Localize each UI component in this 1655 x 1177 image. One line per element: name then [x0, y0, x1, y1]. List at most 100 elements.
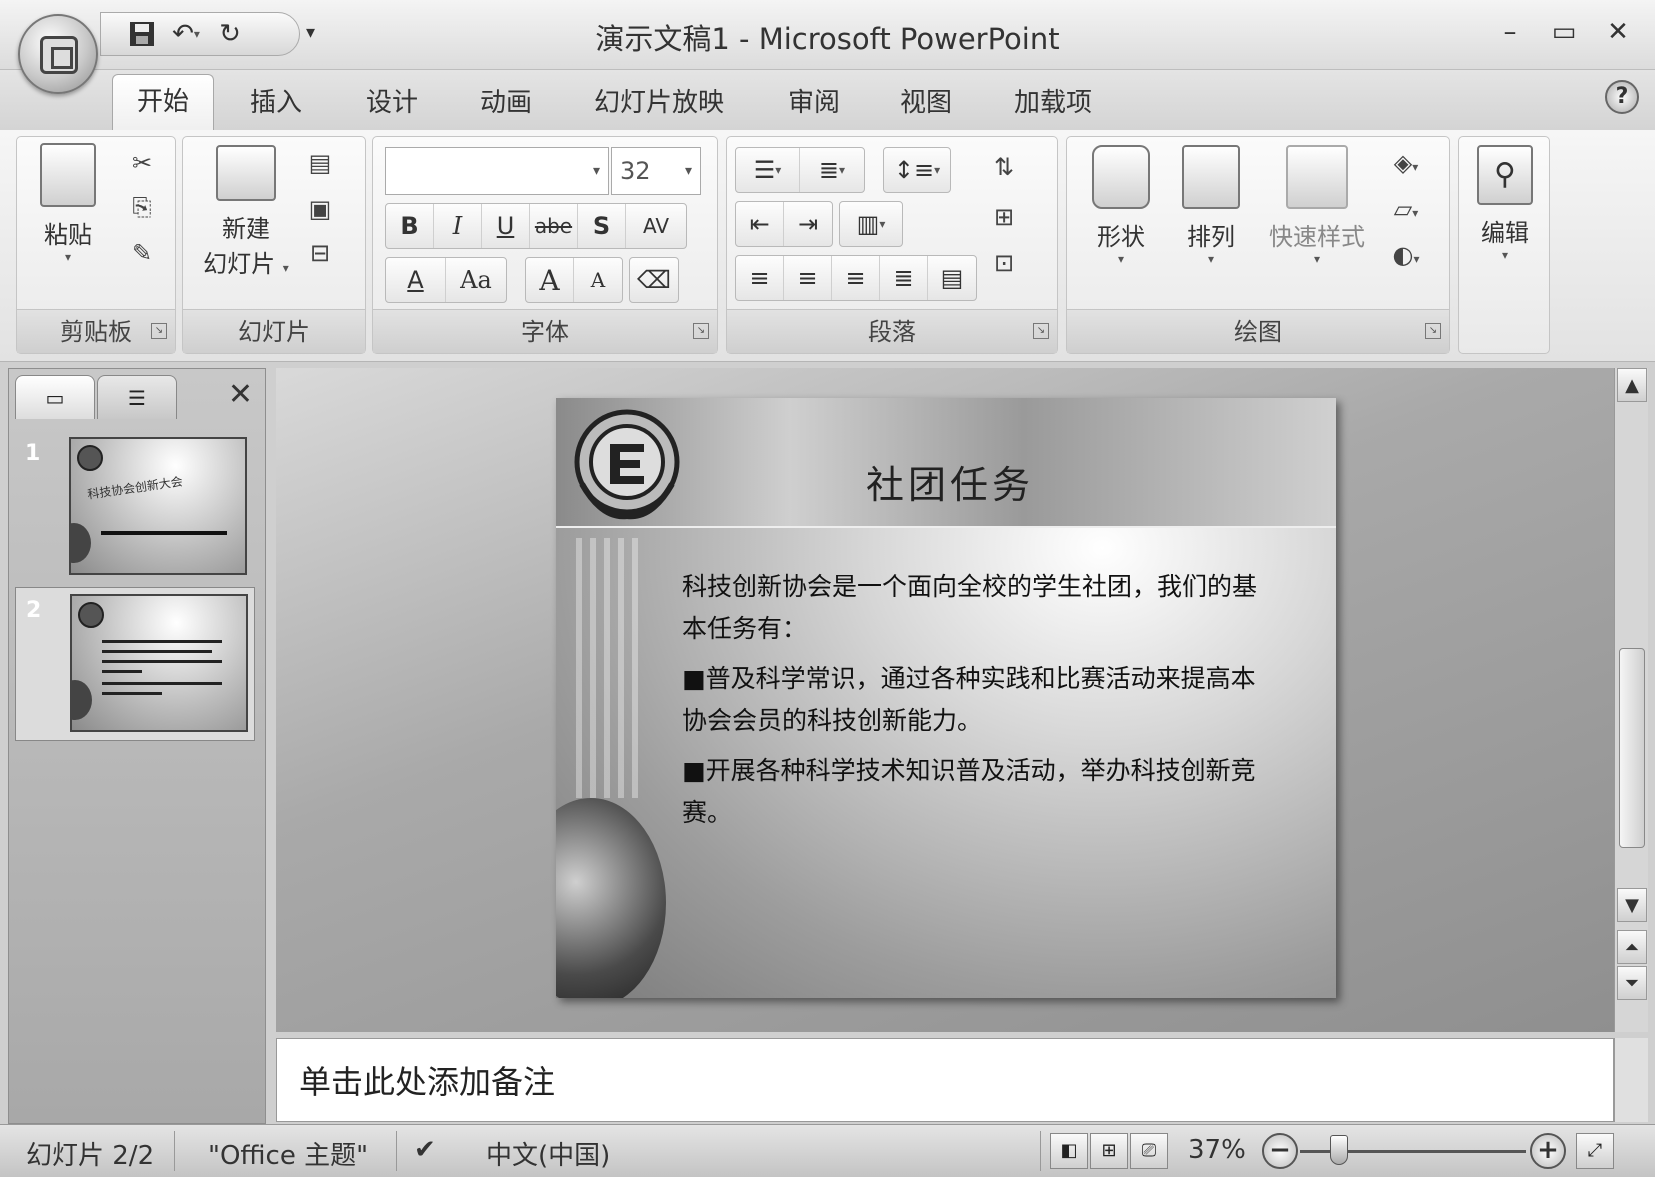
align-right-icon[interactable]: ≡	[832, 256, 880, 300]
font-color-buttons: A Aa	[385, 257, 507, 303]
thumbnail-text-line	[102, 670, 142, 673]
paste-button[interactable]: 粘贴 ▾	[33, 143, 103, 264]
slide-sorter-view-icon[interactable]: ⊞	[1090, 1133, 1128, 1169]
shape-outline-icon[interactable]: ▱▾	[1381, 193, 1431, 225]
normal-view-icon[interactable]: ◧	[1050, 1133, 1088, 1169]
clipboard-launcher-icon[interactable]: ↘	[151, 323, 167, 339]
slide-body-text[interactable]: 科技创新协会是一个面向全校的学生社团，我们的基本任务有： ■普及科学常识，通过各…	[682, 566, 1262, 842]
close-button[interactable]: ✕	[1597, 12, 1639, 52]
layout-icon[interactable]: ▤	[303, 147, 337, 179]
slide-thumbnail-2[interactable]	[70, 594, 248, 732]
zoom-in-icon[interactable]: +	[1530, 1133, 1566, 1169]
editing-label: 编辑	[1481, 219, 1529, 247]
thumbnail-emblem-icon	[78, 602, 104, 628]
font-color-button[interactable]: A	[386, 258, 446, 302]
theme-name[interactable]: "Office 主题"	[208, 1135, 368, 1172]
paste-label: 粘贴	[44, 221, 92, 249]
vertical-scrollbar[interactable]: ▲ ▼ ⏶ ⏷	[1614, 368, 1648, 1032]
arrange-label: 排列	[1187, 223, 1235, 251]
close-panel-icon[interactable]: ✕	[228, 377, 253, 412]
smartart-icon[interactable]: ⊡	[987, 247, 1021, 279]
font-size-select[interactable]: 32 ▾	[611, 147, 701, 195]
slides-group: 新建 幻灯片 ▾ ▤ ▣ ⊟ 幻灯片	[182, 136, 366, 354]
decrease-indent-icon[interactable]: ⇤	[736, 202, 784, 246]
underline-button[interactable]: U	[482, 204, 530, 248]
numbering-icon[interactable]: ≣ ▾	[800, 148, 864, 192]
justify-icon[interactable]: ≣	[880, 256, 928, 300]
shapes-button[interactable]: 形状 ▾	[1081, 145, 1161, 266]
previous-slide-icon[interactable]: ⏶	[1617, 930, 1647, 964]
slide-thumbnail-1[interactable]: 科技协会创新大会	[69, 437, 247, 575]
char-spacing-button[interactable]: AV	[626, 204, 686, 248]
tab-slideshow[interactable]: 幻灯片放映	[594, 82, 724, 119]
font-group: ▾ 32 ▾ B I U abe S AV A Aa A A ⌫ 字体 ↘	[372, 136, 718, 354]
bullets-icon[interactable]: ☰ ▾	[736, 148, 800, 192]
next-slide-icon[interactable]: ⏷	[1617, 966, 1647, 1000]
current-slide[interactable]: 社团任务 科技创新协会是一个面向全校的学生社团，我们的基本任务有： ■普及科学常…	[556, 398, 1336, 998]
notes-pane[interactable]: 单击此处添加备注	[276, 1038, 1614, 1122]
strikethrough-button[interactable]: abe	[530, 204, 578, 248]
slide-title[interactable]: 社团任务	[866, 454, 1034, 509]
format-painter-icon[interactable]: ✎	[125, 237, 159, 269]
font-launcher-icon[interactable]: ↘	[693, 323, 709, 339]
tab-slides-thumbnails[interactable]: ▭	[15, 375, 95, 419]
scroll-thumb[interactable]	[1619, 648, 1645, 848]
spell-check-icon[interactable]: ✔	[414, 1135, 436, 1165]
line-spacing-icon[interactable]: ↕≡ ▾	[884, 148, 950, 192]
editing-button[interactable]: ⚲ 编辑 ▾	[1465, 145, 1545, 262]
shrink-font-button[interactable]: A	[574, 258, 622, 302]
tab-design[interactable]: 设计	[366, 82, 418, 119]
change-case-button[interactable]: Aa	[446, 258, 506, 302]
zoom-out-icon[interactable]: −	[1262, 1133, 1298, 1169]
font-style-buttons: B I U abe S AV	[385, 203, 687, 249]
language-indicator[interactable]: 中文(中国)	[486, 1135, 610, 1172]
slideshow-view-icon[interactable]: ⎚	[1130, 1133, 1168, 1169]
list-buttons: ☰ ▾ ≣ ▾	[735, 147, 865, 193]
tab-review[interactable]: 审阅	[788, 82, 840, 119]
italic-button[interactable]: I	[434, 204, 482, 248]
notes-scrollbar[interactable]	[1614, 1038, 1648, 1122]
tab-insert[interactable]: 插入	[250, 82, 302, 119]
zoom-slider-thumb[interactable]	[1330, 1135, 1348, 1165]
tab-addins[interactable]: 加载项	[1014, 82, 1092, 119]
cut-icon[interactable]: ✂	[125, 147, 159, 179]
grow-font-button[interactable]: A	[526, 258, 574, 302]
columns-icon[interactable]: ▥ ▾	[840, 202, 902, 246]
office-button[interactable]	[18, 14, 98, 94]
shadow-button[interactable]: S	[578, 204, 626, 248]
distributed-icon[interactable]: ▤	[928, 256, 976, 300]
copy-icon[interactable]: ⎘	[125, 191, 159, 223]
slide-thumbnail-row[interactable]: 1 科技协会创新大会	[15, 431, 255, 581]
align-left-icon[interactable]: ≡	[736, 256, 784, 300]
help-icon[interactable]: ?	[1605, 80, 1639, 114]
shape-effects-icon[interactable]: ◐▾	[1381, 239, 1431, 271]
quick-styles-button[interactable]: 快速样式 ▾	[1257, 145, 1377, 266]
thumbnail-globe-icon	[71, 523, 91, 563]
tab-outline[interactable]: ☰	[97, 375, 177, 419]
scroll-down-icon[interactable]: ▼	[1617, 888, 1647, 922]
align-text-icon[interactable]: ⊞	[987, 201, 1021, 233]
tab-home[interactable]: 开始	[112, 74, 215, 132]
tab-animations[interactable]: 动画	[480, 82, 532, 119]
shape-fill-icon[interactable]: ◈▾	[1381, 147, 1431, 179]
delete-slide-icon[interactable]: ⊟	[303, 237, 337, 269]
minimize-button[interactable]: –	[1489, 12, 1531, 52]
font-name-select[interactable]: ▾	[385, 147, 609, 195]
fit-to-window-icon[interactable]: ⤢	[1576, 1133, 1614, 1169]
tab-view[interactable]: 视图	[900, 82, 952, 119]
scroll-up-icon[interactable]: ▲	[1617, 368, 1647, 402]
bold-button[interactable]: B	[386, 204, 434, 248]
text-direction-icon[interactable]: ⇅	[987, 151, 1021, 183]
increase-indent-icon[interactable]: ⇥	[784, 202, 832, 246]
ribbon: 粘贴 ▾ ✂ ⎘ ✎ 剪贴板 ↘ 新建 幻灯片 ▾ ▤ ▣ ⊟ 幻灯片 ▾ 32…	[0, 130, 1655, 362]
align-center-icon[interactable]: ≡	[784, 256, 832, 300]
arrange-button[interactable]: 排列 ▾	[1171, 145, 1251, 266]
drawing-launcher-icon[interactable]: ↘	[1425, 323, 1441, 339]
zoom-level[interactable]: 37%	[1188, 1135, 1246, 1165]
reset-slide-icon[interactable]: ▣	[303, 193, 337, 225]
new-slide-button[interactable]: 新建 幻灯片 ▾	[191, 145, 301, 279]
paragraph-launcher-icon[interactable]: ↘	[1033, 323, 1049, 339]
maximize-button[interactable]: ▭	[1543, 12, 1585, 52]
slide-thumbnail-row-selected[interactable]: 2	[15, 587, 255, 741]
clear-formatting-icon[interactable]: ⌫	[630, 258, 678, 302]
